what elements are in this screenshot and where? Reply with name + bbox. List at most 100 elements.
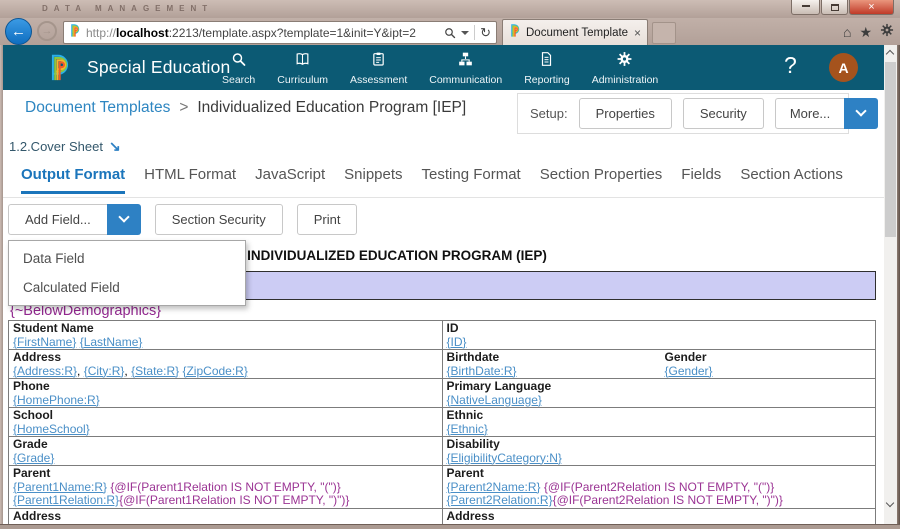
tab-section-actions[interactable]: Section Actions xyxy=(740,166,843,194)
table-cell: Address{Parent2Street:R} {Parent2City:R}… xyxy=(442,508,876,524)
editor-toolbar: Add Field... Section Security Print xyxy=(8,204,357,235)
product-title: Special Education xyxy=(87,57,231,78)
field-link[interactable]: {Ethnic} xyxy=(447,422,488,436)
avatar[interactable]: A xyxy=(829,53,858,82)
search-dropdown-icon[interactable] xyxy=(461,31,469,35)
nav-administration[interactable]: Administration xyxy=(581,45,670,90)
section-security-button[interactable]: Section Security xyxy=(155,204,283,235)
nav-curriculum[interactable]: Curriculum xyxy=(266,45,339,90)
star-icon[interactable]: ★ xyxy=(859,24,872,40)
tab-fields[interactable]: Fields xyxy=(681,166,721,194)
table-row: School{HomeSchool}Ethnic{Ethnic} xyxy=(9,408,876,437)
maximize-button[interactable] xyxy=(821,0,848,15)
home-icon[interactable]: ⌂ xyxy=(843,24,851,40)
table-cell: Student Name{FirstName} {LastName} xyxy=(9,321,443,350)
field-link[interactable]: {Parent1Relation:R} xyxy=(13,493,119,507)
more-dropdown[interactable] xyxy=(844,98,878,129)
field-label: Student Name xyxy=(13,322,438,336)
field-value: {BirthDate:R} xyxy=(447,365,665,379)
security-button[interactable]: Security xyxy=(683,98,764,129)
search-icon[interactable] xyxy=(444,27,456,39)
address-bar[interactable]: http://localhost:2213/template.aspx?temp… xyxy=(63,21,497,44)
tab-section-properties[interactable]: Section Properties xyxy=(540,166,663,194)
section-link[interactable]: 1.2.Cover Sheet ↘ xyxy=(9,138,121,155)
nav-search[interactable]: Search xyxy=(211,45,266,90)
section-link-label: 1.2.Cover Sheet xyxy=(9,139,103,154)
forward-button[interactable]: → xyxy=(37,21,57,41)
tab-close-icon[interactable]: × xyxy=(634,26,641,40)
table-row: Parent{Parent1Name:R} {@IF(Parent1Relati… xyxy=(9,466,876,509)
site-favicon xyxy=(69,23,81,43)
field-link[interactable]: {LastName} xyxy=(80,335,143,349)
calculated-expression: {@IF(Parent1Relation IS NOT EMPTY, "(")} xyxy=(110,480,340,494)
field-link[interactable]: {Parent2Name:R} xyxy=(447,480,541,494)
tab-snippets[interactable]: Snippets xyxy=(344,166,402,194)
table-cell: Parent{Parent1Name:R} {@IF(Parent1Relati… xyxy=(9,466,443,509)
tab-javascript[interactable]: JavaScript xyxy=(255,166,325,194)
field-link[interactable]: {State:R} xyxy=(131,364,179,378)
close-button[interactable]: × xyxy=(849,0,894,15)
field-label: Ethnic xyxy=(447,409,872,423)
field-link[interactable]: {EligibilityCategory:N} xyxy=(447,451,562,465)
field-link[interactable]: {NativeLanguage} xyxy=(447,393,542,407)
more-button[interactable]: More... xyxy=(775,98,878,129)
url-text: http://localhost:2213/template.aspx?temp… xyxy=(86,26,444,40)
field-link[interactable]: {HomeSchool} xyxy=(13,422,90,436)
browser-tab[interactable]: Document Template Setup ... × xyxy=(502,19,648,45)
field-link[interactable]: {Gender} xyxy=(665,364,713,378)
new-tab-button[interactable] xyxy=(652,22,676,44)
window-border-bottom xyxy=(0,524,900,529)
nav-label: Curriculum xyxy=(277,74,328,86)
url-host: localhost xyxy=(116,26,169,40)
nav-reporting[interactable]: Reporting xyxy=(513,45,581,90)
nav-assessment[interactable]: Assessment xyxy=(339,45,418,90)
scrollbar-thumb[interactable] xyxy=(885,62,896,237)
field-link[interactable]: {FirstName} xyxy=(13,335,76,349)
nav-communication[interactable]: Communication xyxy=(418,45,513,90)
back-button[interactable]: ← xyxy=(5,18,32,45)
page-title: Individualized Education Program [IEP] xyxy=(197,99,466,116)
demographics-table-body: Student Name{FirstName} {LastName}ID{ID}… xyxy=(9,321,876,525)
field-label: Gender xyxy=(665,351,713,365)
menu-item-data-field[interactable]: Data Field xyxy=(9,244,245,273)
field-link[interactable]: {ID} xyxy=(447,335,467,349)
tab-output-format[interactable]: Output Format xyxy=(21,166,125,194)
add-field-button[interactable]: Add Field... xyxy=(8,204,141,235)
table-cell: School{HomeSchool} xyxy=(9,408,443,437)
refresh-icon[interactable]: ↻ xyxy=(480,25,491,41)
divider xyxy=(474,25,475,40)
scroll-up-icon[interactable] xyxy=(886,50,894,58)
print-button[interactable]: Print xyxy=(297,204,358,235)
properties-button[interactable]: Properties xyxy=(579,98,672,129)
field-link[interactable]: {Grade} xyxy=(13,451,54,465)
table-cell: Primary Language{NativeLanguage} xyxy=(442,379,876,408)
reporting-icon xyxy=(538,51,555,72)
goto-section-icon: ↘ xyxy=(109,138,121,154)
field-value: {Grade} xyxy=(13,452,438,466)
background-window-title: DATA MANAGEMENT xyxy=(42,4,213,13)
field-link[interactable]: {Parent2Relation:R} xyxy=(447,493,553,507)
menu-item-calculated-field[interactable]: Calculated Field xyxy=(9,273,245,302)
field-link[interactable]: {Parent1Name:R} xyxy=(13,480,107,494)
field-link[interactable]: {HomePhone:R} xyxy=(13,393,100,407)
field-link[interactable]: {ZipCode:R} xyxy=(182,364,247,378)
vertical-scrollbar[interactable] xyxy=(884,45,897,524)
scroll-down-icon[interactable] xyxy=(886,499,894,507)
field-value: {Parent1Name:R} {@IF(Parent1Relation IS … xyxy=(13,481,438,508)
app-header: Special Education Search Curriculum Assess… xyxy=(3,45,884,90)
add-field-label: Add Field... xyxy=(8,204,107,235)
help-button[interactable]: ? xyxy=(784,52,797,79)
breadcrumb-root-link[interactable]: Document Templates xyxy=(25,99,170,116)
tab-html-format[interactable]: HTML Format xyxy=(144,166,236,194)
field-link[interactable]: {City:R} xyxy=(84,364,125,378)
field-value: {FirstName} {LastName} xyxy=(13,336,438,350)
table-cell: Grade{Grade} xyxy=(9,437,443,466)
field-link[interactable]: {BirthDate:R} xyxy=(447,364,517,378)
gear-icon[interactable] xyxy=(880,23,894,40)
field-link[interactable]: {Address:R} xyxy=(13,364,77,378)
table-cell: Ethnic{Ethnic} xyxy=(442,408,876,437)
tab-strip: Output Format HTML Format JavaScript Snippe… xyxy=(21,166,843,194)
minimize-button[interactable] xyxy=(791,0,820,15)
tab-testing-format[interactable]: Testing Format xyxy=(422,166,521,194)
add-field-dropdown[interactable] xyxy=(107,204,141,235)
